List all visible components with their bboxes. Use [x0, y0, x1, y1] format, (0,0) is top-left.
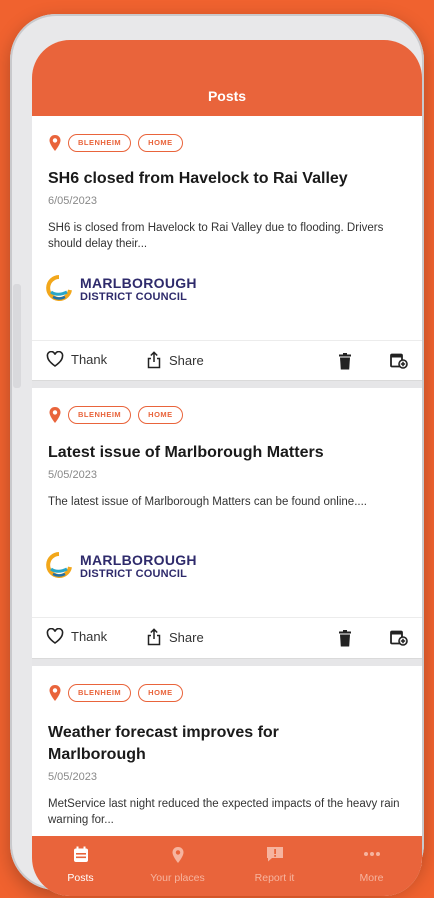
card-divider [32, 381, 422, 388]
tag-blenheim[interactable]: BLENHEIM [68, 134, 132, 152]
post-excerpt: The latest issue of Marlborough Matters … [48, 496, 367, 508]
post-date: 5/05/2023 [48, 469, 97, 481]
tab-label: Report it [254, 872, 295, 884]
phone-frame: Posts BLENHEIM HOME SH6 closed from Have… [10, 14, 424, 896]
thank-label: Thank [71, 351, 108, 367]
app-screen: Posts BLENHEIM HOME SH6 closed from Have… [32, 40, 422, 896]
add-to-calendar-icon[interactable] [390, 353, 408, 369]
phone-side-button [13, 284, 21, 388]
council-logo: MARLBOROUGH DISTRICT COUNCIL [46, 552, 197, 582]
tag-home[interactable]: HOME [138, 406, 183, 424]
council-logo-mark [46, 552, 72, 578]
share-icon [147, 351, 161, 369]
logo-line-1: MARLBOROUGH [80, 552, 197, 568]
council-logo: MARLBOROUGH DISTRICT COUNCIL [46, 275, 197, 305]
post-tags: BLENHEIM HOME [48, 405, 190, 425]
post-excerpt: SH6 is closed from Havelock to Rai Valle… [48, 222, 384, 250]
tab-your-places[interactable]: Your places [129, 836, 226, 896]
thank-button[interactable]: Thank [46, 628, 107, 644]
post-actions: Thank Share [32, 617, 422, 658]
page-title: Posts [207, 88, 247, 104]
post-date: 6/05/2023 [48, 195, 97, 207]
heart-icon [46, 351, 64, 367]
location-pin-icon [49, 685, 61, 701]
tag-blenheim[interactable]: BLENHEIM [68, 406, 132, 424]
location-pin-icon [172, 847, 183, 863]
logo-line-1: MARLBOROUGH [80, 275, 197, 291]
share-button[interactable]: Share [146, 628, 204, 646]
tab-report-it[interactable]: Report it [226, 836, 323, 896]
add-to-calendar-icon[interactable] [390, 630, 408, 646]
logo-line-2: DISTRICT COUNCIL [80, 291, 188, 303]
tag-home[interactable]: HOME [138, 684, 183, 702]
post-excerpt: MetService last night reduced the expect… [48, 798, 400, 826]
share-label: Share [169, 352, 204, 368]
post-title[interactable]: Latest issue of Marlborough Matters [48, 442, 406, 464]
post-title[interactable]: SH6 closed from Havelock to Rai Valley [48, 168, 406, 190]
report-icon [266, 847, 283, 862]
post-tags: BLENHEIM HOME [48, 683, 190, 703]
trash-icon[interactable] [338, 630, 352, 647]
post-card[interactable]: BLENHEIM HOME SH6 closed from Havelock t… [32, 116, 422, 381]
post-card[interactable]: BLENHEIM HOME Latest issue of Marlboroug… [32, 388, 422, 659]
logo-line-2: DISTRICT COUNCIL [80, 568, 188, 580]
post-tags: BLENHEIM HOME [48, 133, 190, 153]
bottom-tab-bar: Posts Your places Report it More [32, 836, 422, 896]
location-pin-icon [49, 407, 61, 423]
tag-home[interactable]: HOME [138, 134, 183, 152]
card-divider [32, 659, 422, 666]
more-dots-icon [363, 852, 380, 856]
council-logo-mark [46, 275, 72, 301]
share-button[interactable]: Share [146, 351, 204, 369]
thank-button[interactable]: Thank [46, 351, 107, 367]
location-pin-icon [49, 135, 61, 151]
share-label: Share [169, 629, 204, 645]
tab-more[interactable]: More [323, 836, 420, 896]
post-title[interactable]: Weather forecast improves for Marlboroug… [48, 722, 362, 766]
trash-icon[interactable] [338, 353, 352, 370]
post-actions: Thank Share [32, 340, 422, 381]
post-date: 5/05/2023 [48, 771, 97, 783]
tab-label: Posts [67, 872, 94, 884]
app-header: Posts [32, 40, 422, 116]
tab-posts[interactable]: Posts [32, 836, 129, 896]
calendar-icon [73, 846, 88, 862]
thank-label: Thank [71, 628, 108, 644]
heart-icon [46, 628, 64, 644]
tab-label: More [359, 872, 384, 884]
tab-label: Your places [150, 872, 205, 884]
share-icon [147, 628, 161, 646]
tag-blenheim[interactable]: BLENHEIM [68, 684, 132, 702]
